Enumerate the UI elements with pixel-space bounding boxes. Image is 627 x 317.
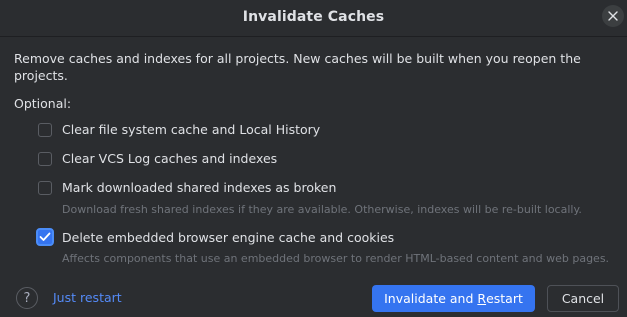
checkbox-checked[interactable] xyxy=(36,228,54,246)
option-clear-file-system-cache[interactable]: Clear file system cache and Local Histor… xyxy=(38,122,320,137)
checkbox[interactable] xyxy=(38,122,52,137)
dialog-description: Remove caches and indexes for all projec… xyxy=(14,51,581,83)
checkbox[interactable] xyxy=(38,151,52,166)
title-separator xyxy=(0,36,627,37)
button-label-mnemonic: R xyxy=(477,291,487,306)
dialog-title: Invalidate Caches xyxy=(242,9,385,25)
option-clear-vcs-log-caches[interactable]: Clear VCS Log caches and indexes xyxy=(38,151,277,166)
checkmark-icon xyxy=(39,232,51,242)
option-label: Mark downloaded shared indexes as broken xyxy=(62,180,337,195)
help-icon: ? xyxy=(23,290,31,306)
checkbox[interactable] xyxy=(38,180,52,195)
invalidate-caches-dialog: Invalidate Caches Remove caches and inde… xyxy=(0,0,627,317)
close-button[interactable] xyxy=(602,5,624,27)
dialog-titlebar: Invalidate Caches xyxy=(0,0,627,36)
option-label: Clear VCS Log caches and indexes xyxy=(62,151,278,166)
option-hint: Affects components that use an embedded … xyxy=(62,252,610,265)
button-label-post: estart xyxy=(486,291,523,306)
just-restart-link[interactable]: Just restart xyxy=(53,290,122,305)
invalidate-and-restart-button[interactable]: Invalidate and Restart xyxy=(372,285,535,312)
option-label: Delete embedded browser engine cache and… xyxy=(62,229,395,245)
option-label: Clear file system cache and Local Histor… xyxy=(62,122,321,137)
optional-label: Optional: xyxy=(14,96,72,111)
help-button[interactable]: ? xyxy=(16,287,38,309)
option-hint: Download fresh shared indexes if they ar… xyxy=(62,203,582,216)
option-delete-browser-cache[interactable]: Delete embedded browser engine cache and… xyxy=(36,228,395,246)
button-label-pre: Invalidate and xyxy=(384,291,478,306)
option-mark-shared-indexes-broken[interactable]: Mark downloaded shared indexes as broken xyxy=(38,180,336,195)
cancel-button[interactable]: Cancel xyxy=(547,285,619,312)
close-icon xyxy=(608,11,618,21)
